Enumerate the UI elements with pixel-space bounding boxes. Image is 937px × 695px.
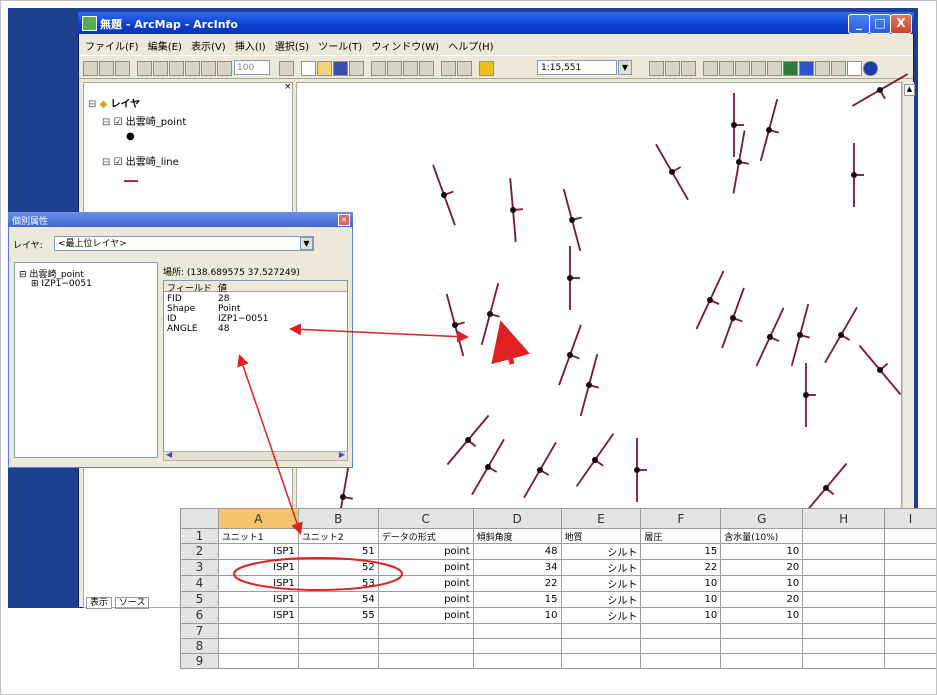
feature-pointer-arrow [491, 320, 531, 365]
annotation-arrow [237, 354, 303, 535]
annotation-layer [233, 320, 531, 591]
highlight-ellipse [233, 557, 403, 591]
annotation-arrow [289, 323, 469, 343]
